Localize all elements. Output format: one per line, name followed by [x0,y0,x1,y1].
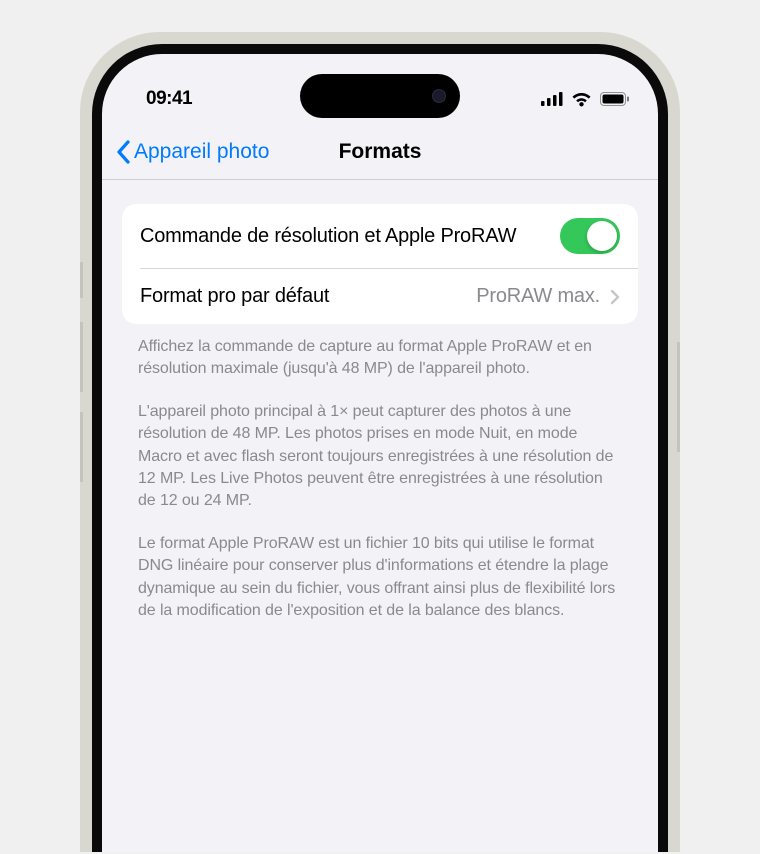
volume-up-button [80,322,83,392]
setting-row-proraw-control[interactable]: Commande de résolution et Apple ProRAW [122,204,638,268]
chevron-right-icon [610,289,620,305]
footer-description: Affichez la commande de capture au forma… [102,324,658,622]
setting-value-group: ProRAW max. [476,285,620,308]
toggle-knob-icon [587,221,617,251]
proraw-toggle[interactable] [560,218,620,254]
settings-group: Commande de résolution et Apple ProRAW F… [122,204,638,324]
chevron-left-icon [116,140,130,164]
status-time: 09:41 [146,88,192,110]
cellular-signal-icon [541,92,563,106]
setting-row-pro-default[interactable]: Format pro par défaut ProRAW max. [140,268,638,324]
screen: 09:41 [102,54,658,852]
setting-label: Format pro par défaut [140,283,476,310]
footer-paragraph: Affichez la commande de capture au forma… [138,336,622,381]
battery-icon [600,92,630,106]
page-title: Formats [339,140,422,164]
mute-switch [80,262,83,298]
navigation-bar: Appareil photo Formats [102,124,658,180]
dynamic-island [300,74,460,118]
footer-paragraph: L'appareil photo principal à 1× peut cap… [138,401,622,513]
volume-down-button [80,412,83,482]
status-indicators [541,92,630,107]
back-label: Appareil photo [134,140,269,164]
front-camera-icon [432,89,446,103]
setting-value: ProRAW max. [476,285,600,308]
phone-frame: 09:41 [80,32,680,852]
footer-paragraph: Le format Apple ProRAW est un fichier 10… [138,533,622,623]
setting-label: Commande de résolution et Apple ProRAW [140,223,560,250]
phone-bezel: 09:41 [92,44,668,852]
power-button [677,342,680,452]
back-button[interactable]: Appareil photo [116,140,269,164]
wifi-icon [571,92,592,107]
